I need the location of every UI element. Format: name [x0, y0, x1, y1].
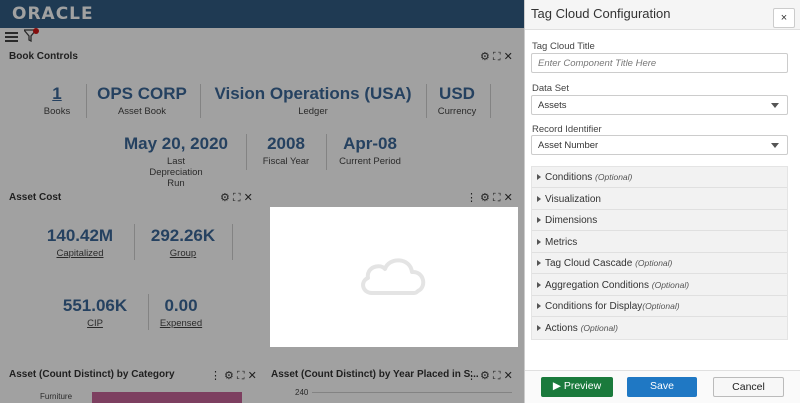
tag-cloud-placeholder: [270, 207, 518, 347]
section-visualization[interactable]: Visualization: [532, 189, 787, 210]
section-label: Metrics: [545, 236, 578, 248]
section-label: Conditions for Display: [545, 301, 643, 312]
section-conditions-for-display[interactable]: Conditions for Display(Optional): [532, 296, 787, 317]
config-sections: Conditions (Optional) Visualization Dime…: [531, 166, 788, 340]
dataset-select[interactable]: Assets: [531, 95, 788, 115]
dataset-value: Assets: [538, 100, 567, 111]
save-button[interactable]: Save: [627, 377, 697, 397]
play-icon: ▶: [552, 380, 564, 392]
section-label: Visualization: [545, 193, 601, 205]
preview-button[interactable]: ▶ Preview: [541, 377, 613, 397]
optional-tag: (Optional): [642, 301, 680, 311]
config-header: Tag Cloud Configuration ×: [525, 0, 800, 30]
section-label: Tag Cloud Cascade: [545, 258, 633, 269]
caret-right-icon: [537, 238, 541, 245]
section-tag-cloud-cascade[interactable]: Tag Cloud Cascade (Optional): [532, 253, 787, 274]
dashboard: ORACLE Book Controls ⚙⛶✕ 1 Books OPS COR…: [0, 0, 524, 403]
optional-tag: (Optional): [580, 322, 618, 333]
cancel-button[interactable]: Cancel: [713, 377, 784, 397]
caret-right-icon: [537, 260, 541, 266]
title-input[interactable]: Enter Component Title Here: [531, 53, 788, 73]
section-label: Actions: [545, 322, 578, 334]
cloud-icon: [361, 258, 426, 295]
config-title: Tag Cloud Configuration: [531, 6, 671, 21]
caret-right-icon: [537, 217, 541, 223]
record-identifier-value: Asset Number: [538, 140, 599, 151]
caret-right-icon: [537, 303, 541, 309]
caret-right-icon: [537, 281, 541, 288]
caret-right-icon: [537, 195, 541, 202]
chevron-down-icon: [771, 143, 779, 148]
config-footer: ▶ Preview Save Cancel: [525, 370, 800, 403]
tag-cloud-config-panel: Tag Cloud Configuration × Tag Cloud Titl…: [524, 0, 800, 403]
caret-right-icon: [537, 174, 541, 180]
record-identifier-select[interactable]: Asset Number: [531, 135, 788, 155]
section-label: Conditions: [545, 172, 593, 183]
section-label: Dimensions: [545, 215, 598, 226]
record-identifier-label: Record Identifier: [532, 124, 602, 135]
section-metrics[interactable]: Metrics: [532, 232, 787, 253]
section-label: Aggregation Conditions: [545, 279, 649, 291]
optional-tag: (Optional): [651, 279, 690, 290]
section-aggregation-conditions[interactable]: Aggregation Conditions (Optional): [532, 275, 787, 296]
caret-right-icon: [537, 324, 541, 331]
title-field-label: Tag Cloud Title: [532, 41, 595, 52]
close-button[interactable]: ×: [773, 8, 795, 28]
section-actions[interactable]: Actions (Optional): [532, 318, 787, 339]
optional-tag: (Optional): [595, 172, 633, 182]
preview-label: Preview: [563, 380, 602, 392]
dataset-label: Data Set: [532, 83, 569, 94]
section-dimensions[interactable]: Dimensions: [532, 210, 787, 231]
optional-tag: (Optional): [635, 258, 673, 268]
chevron-down-icon: [771, 103, 779, 108]
section-conditions[interactable]: Conditions (Optional): [532, 167, 787, 188]
